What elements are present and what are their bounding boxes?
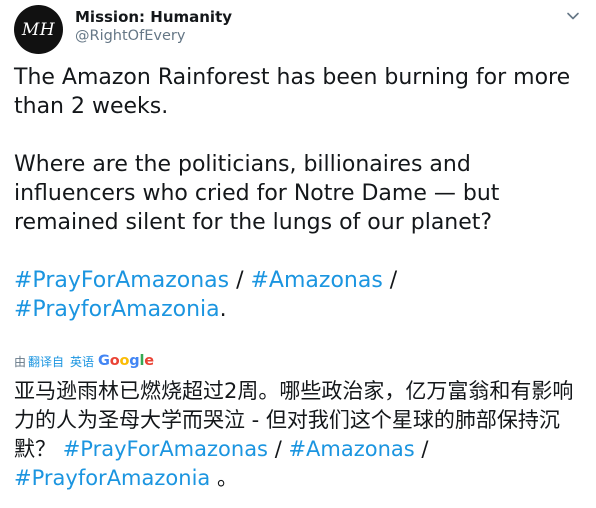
tweet-paragraph-2: Where are the politicians, billionaires … bbox=[14, 152, 500, 235]
tweet-paragraph-1: The Amazon Rainforest has been burning f… bbox=[14, 65, 571, 119]
hashtag-separator: / bbox=[268, 437, 289, 461]
hashtag-link[interactable]: #PrayforAmazonia bbox=[14, 297, 220, 322]
chevron-down-icon[interactable] bbox=[566, 9, 580, 23]
hashtag-separator: / bbox=[229, 268, 251, 293]
translation-prefix: 由 bbox=[14, 354, 27, 369]
hashtag-link[interactable]: #PrayforAmazonia bbox=[14, 466, 210, 490]
user-handle[interactable]: @RightOfEvery bbox=[75, 27, 232, 45]
tweet-hashtags: #PrayForAmazonas / #Amazonas / #PrayforA… bbox=[14, 266, 589, 324]
translation-link[interactable]: 翻译自 bbox=[28, 353, 64, 370]
google-logo[interactable]: Google bbox=[98, 353, 154, 369]
display-name[interactable]: Mission: Humanity bbox=[75, 8, 232, 26]
hashtag-end: 。 bbox=[210, 466, 238, 490]
tweet: MH Mission: Humanity @RightOfEvery The A… bbox=[0, 0, 596, 508]
tweet-text: The Amazon Rainforest has been burning f… bbox=[14, 63, 589, 324]
hashtag-end: . bbox=[219, 297, 227, 322]
translated-text: 亚马逊雨林已燃烧超过2周。哪些政治家，亿万富翁和有影响力的人为圣母大学而哭泣 -… bbox=[14, 377, 592, 493]
avatar-initials: MH bbox=[21, 19, 56, 40]
avatar[interactable]: MH bbox=[14, 5, 63, 54]
hashtag-link[interactable]: #Amazonas bbox=[288, 437, 414, 461]
hashtag-link[interactable]: #PrayForAmazonas bbox=[63, 437, 268, 461]
hashtag-link[interactable]: #Amazonas bbox=[251, 268, 383, 293]
user-info: Mission: Humanity @RightOfEvery bbox=[75, 8, 232, 45]
translation-language[interactable]: 英语 bbox=[70, 353, 94, 370]
hashtag-link[interactable]: #PrayForAmazonas bbox=[14, 268, 229, 293]
hashtag-separator: / bbox=[382, 268, 398, 293]
hashtag-separator: / bbox=[414, 437, 429, 461]
translation-attribution: 由 翻译自 英语 Google bbox=[14, 352, 154, 370]
